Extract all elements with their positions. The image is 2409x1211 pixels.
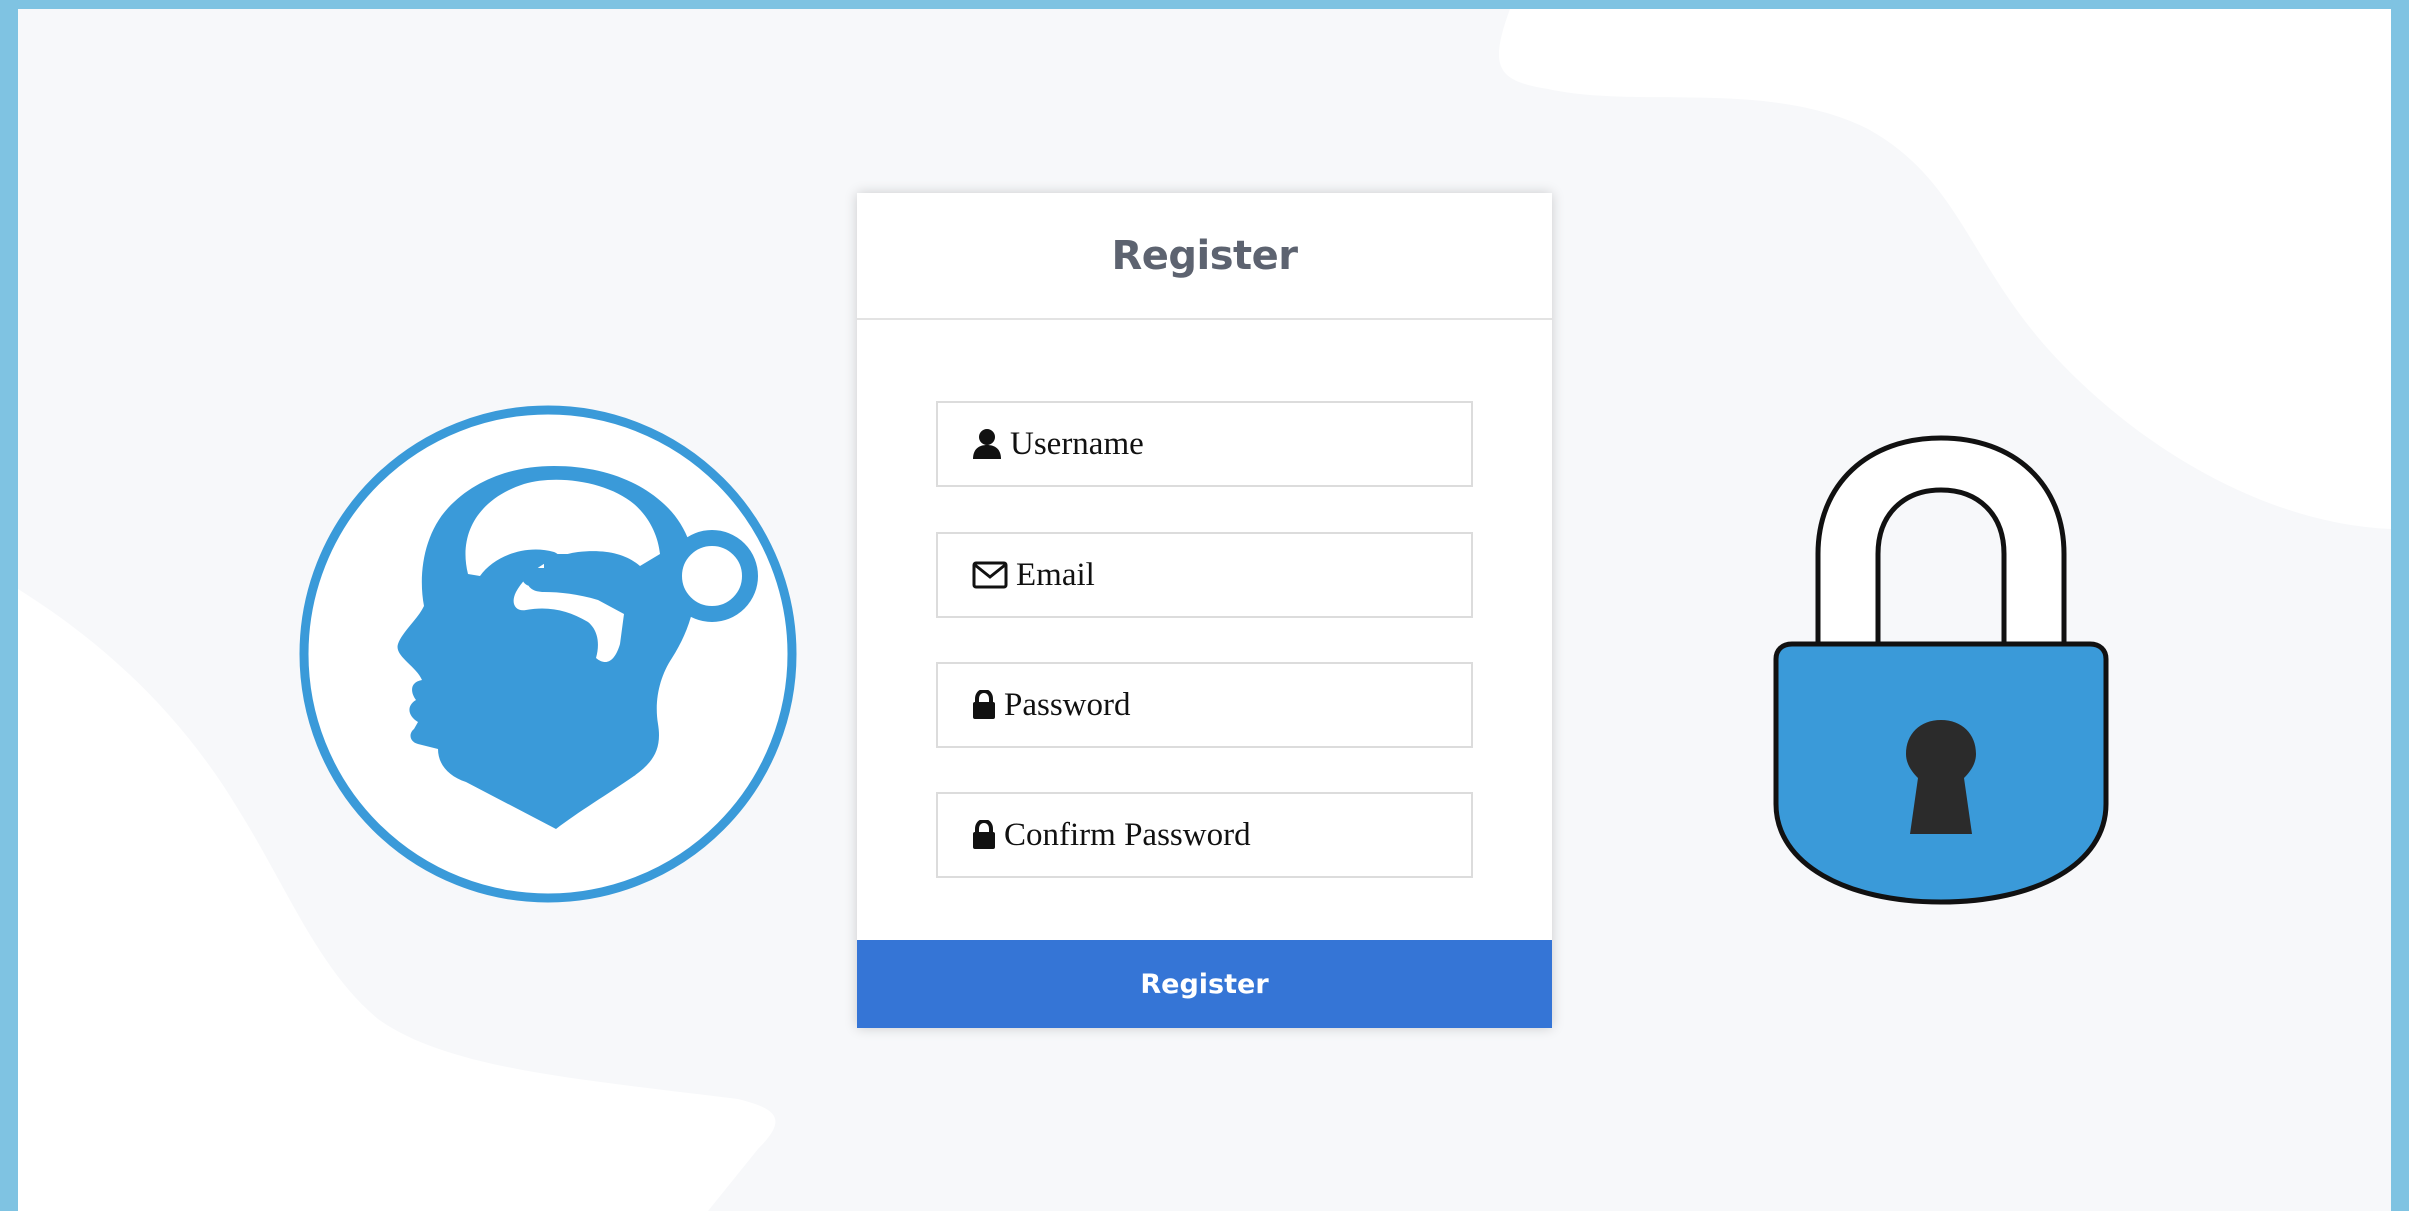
confirm-password-field[interactable] [936, 792, 1473, 878]
password-input[interactable] [1004, 686, 1444, 724]
card-title: Register [1111, 232, 1298, 279]
password-field[interactable] [936, 662, 1473, 748]
username-field[interactable] [936, 401, 1473, 487]
lock-icon [973, 820, 995, 849]
register-button[interactable]: Register [857, 940, 1552, 1028]
page-background: ) Register [18, 9, 2391, 1211]
username-input[interactable] [1010, 425, 1450, 463]
email-input[interactable] [1016, 556, 1456, 594]
user-icon [973, 429, 1001, 459]
confirm-password-input[interactable] [1004, 816, 1444, 854]
lock-icon [973, 690, 995, 719]
padlock-icon [1773, 435, 2109, 905]
card-header: Register [857, 193, 1552, 320]
email-field[interactable] [936, 532, 1473, 618]
edge-glyph: ) [18, 809, 20, 855]
head-key-icon [299, 405, 797, 903]
envelope-icon [972, 561, 1008, 589]
register-card: Register Username Email Register [857, 193, 1552, 1028]
